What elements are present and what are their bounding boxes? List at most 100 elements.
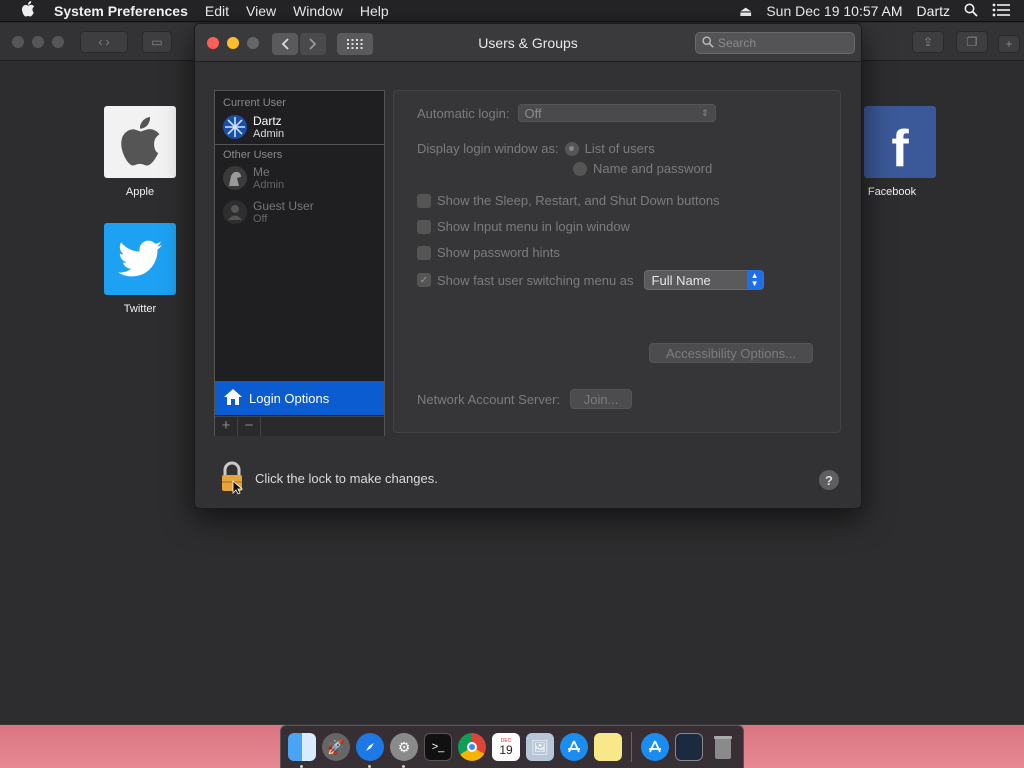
chrome-icon[interactable] [458, 733, 486, 761]
network-account-row: Network Account Server: Join... [417, 389, 633, 409]
launchpad-icon[interactable]: 🚀 [322, 733, 350, 761]
automatic-login-popup[interactable]: Off ⇕ [517, 104, 716, 122]
view-menu[interactable]: View [246, 3, 276, 19]
sleep-restart-label: Show the Sleep, Restart, and Shut Down b… [437, 193, 720, 208]
login-options-item[interactable]: Login Options [215, 381, 384, 415]
window-menu[interactable]: Window [293, 3, 343, 19]
search-icon [702, 35, 714, 51]
bg-close-button[interactable] [12, 36, 24, 48]
login-options-panel: Automatic login: Off ⇕ Display login win… [393, 90, 841, 433]
tile-label-apple: Apple [125, 186, 155, 198]
user-row-guest[interactable]: Guest User Off [215, 195, 384, 229]
favorite-apple[interactable]: Apple [104, 106, 176, 198]
fast-switching-popup[interactable]: Full Name ▲ ▼ [643, 270, 764, 290]
users-groups-window: Users & Groups Current User Dartz Admin … [194, 23, 862, 509]
accessibility-options-button[interactable]: Accessibility Options... [649, 343, 813, 363]
other-users-header: Other Users [223, 149, 283, 161]
bg-minimize-button[interactable] [32, 36, 44, 48]
user-role: Off [253, 213, 268, 225]
user-menu[interactable]: Dartz [917, 3, 950, 19]
sleep-restart-row: Show the Sleep, Restart, and Shut Down b… [417, 193, 720, 208]
notes-icon[interactable] [594, 733, 622, 761]
join-button[interactable]: Join... [570, 389, 633, 409]
user-list: Current User Dartz Admin Other Users Me … [214, 90, 385, 436]
eagle-avatar-icon [223, 166, 247, 190]
spotlight-icon[interactable] [964, 3, 978, 20]
user-role: Admin [253, 179, 285, 191]
updown-chevron-icon: ▲ ▼ [746, 270, 763, 290]
display-login-row: Display login window as: List of users [417, 141, 655, 156]
edit-menu[interactable]: Edit [205, 3, 229, 19]
network-account-label: Network Account Server: [417, 391, 561, 407]
radio-list-of-users[interactable] [564, 141, 579, 156]
radio-list-of-users-label: List of users [584, 141, 655, 156]
automatic-login-value: Off [524, 105, 542, 121]
guest-avatar-icon [223, 200, 247, 224]
dock-separator [631, 732, 632, 762]
user-name: Dartz [253, 113, 282, 128]
system-preferences-gear-icon[interactable]: ⚙ [390, 733, 418, 768]
notification-center-icon[interactable] [992, 3, 1010, 20]
eject-icon[interactable]: ⏏ [739, 3, 752, 20]
snowflake-avatar-icon [223, 114, 247, 139]
help-menu[interactable]: Help [360, 3, 389, 19]
user-name: Guest User [253, 199, 314, 213]
input-menu-row: Show Input menu in login window [417, 219, 630, 234]
calendar-icon[interactable]: DEC 19 [492, 733, 520, 761]
list-buttons: + − [215, 416, 384, 436]
menu-bar: System Preferences Edit View Window Help… [0, 0, 1024, 22]
fast-switching-value: Full Name [651, 272, 711, 288]
user-row-current[interactable]: Dartz Admin [215, 109, 384, 145]
display-name-password-row: Name and password [573, 161, 712, 176]
fast-switching-row: ✓ Show fast user switching menu as Full … [417, 270, 764, 290]
input-menu-label: Show Input menu in login window [437, 219, 630, 234]
terminal-icon[interactable]: >_ [424, 733, 452, 761]
bg-zoom-button[interactable] [52, 36, 64, 48]
automatic-login-label: Automatic login: [417, 105, 510, 121]
app-store-download-icon[interactable] [641, 733, 669, 761]
apple-menu-icon[interactable] [20, 1, 36, 20]
password-hints-checkbox[interactable] [417, 245, 431, 260]
app-store-icon[interactable] [560, 733, 588, 761]
bg-share-icon[interactable]: ⇪ [912, 31, 944, 53]
twitter-icon [104, 223, 176, 295]
radio-name-and-password[interactable] [573, 161, 587, 176]
help-button[interactable]: ? [819, 470, 839, 490]
bg-back-forward-button[interactable]: ‹ › [80, 31, 128, 53]
current-user-header: Current User [223, 97, 286, 109]
user-row-me[interactable]: Me Admin [215, 161, 384, 195]
tile-label-facebook: Facebook [867, 186, 917, 198]
app-menu[interactable]: System Preferences [54, 3, 188, 19]
favorite-twitter[interactable]: Twitter [104, 223, 176, 315]
add-user-button[interactable]: + [215, 417, 238, 436]
remove-user-button[interactable]: − [238, 417, 261, 436]
dock: 🚀 ⚙ >_ DEC 19 🖼 [280, 725, 744, 768]
updown-chevron-icon: ⇕ [700, 107, 709, 118]
safari-icon[interactable] [356, 733, 384, 768]
trash-icon[interactable] [709, 733, 737, 761]
facebook-icon: f [864, 106, 936, 178]
search-input[interactable] [718, 36, 838, 50]
bg-tabs-icon[interactable]: ❐ [956, 31, 988, 53]
sleep-restart-checkbox[interactable] [417, 193, 431, 208]
finder-icon[interactable] [288, 733, 316, 768]
lock-icon[interactable] [219, 461, 245, 495]
preview-icon[interactable]: 🖼 [526, 733, 554, 761]
bg-new-tab-icon[interactable]: + [998, 35, 1020, 53]
input-menu-checkbox[interactable] [417, 219, 431, 234]
apple-icon [104, 106, 176, 178]
user-name: Me [253, 165, 270, 179]
radio-name-and-password-label: Name and password [593, 161, 713, 176]
fast-switching-checkbox[interactable]: ✓ [417, 273, 431, 287]
search-field[interactable] [695, 32, 855, 54]
lock-message: Click the lock to make changes. [255, 471, 438, 486]
display-login-label: Display login window as: [417, 141, 559, 156]
user-role: Admin [253, 127, 285, 140]
window-titlebar: Users & Groups [195, 24, 861, 62]
screenshot-folder-icon[interactable] [675, 733, 703, 761]
clock[interactable]: Sun Dec 19 10:57 AM [766, 3, 902, 19]
bg-sidebar-icon[interactable]: ▭ [142, 31, 172, 53]
automatic-login-row: Automatic login: Off ⇕ [417, 104, 716, 122]
password-hints-row: Show password hints [417, 245, 560, 260]
tile-label-twitter: Twitter [123, 303, 157, 315]
